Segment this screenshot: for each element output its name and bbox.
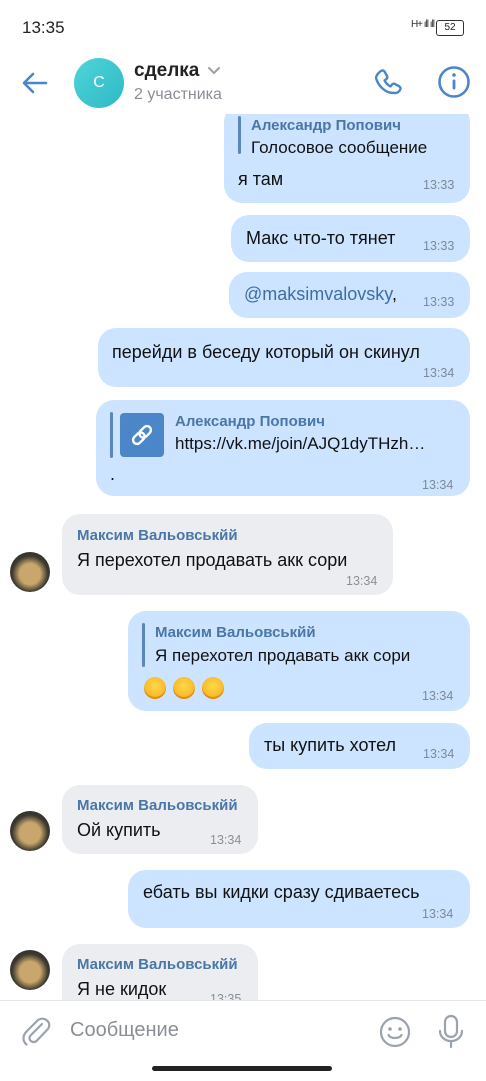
status-time: 13:35 (22, 18, 65, 37)
message-input[interactable]: Сообщение (70, 1019, 179, 1042)
message-bubble[interactable]: ты купить хотел 13:34 (249, 723, 470, 769)
message-feed[interactable]: Александр Попович Голосовое сообщение я … (0, 114, 486, 1000)
message-bubble[interactable]: Максим Вальовськйй Я перехотел продавать… (62, 514, 393, 595)
chat-avatar[interactable]: С (74, 58, 124, 108)
paperclip-icon[interactable] (20, 1015, 52, 1049)
message-bubble[interactable]: перейди в беседу который он скинул 13:34 (98, 328, 470, 387)
message-bubble[interactable]: ебать вы кидки сразу сдиваетесь 13:34 (128, 870, 470, 928)
message-bubble[interactable]: @maksimvalovsky, 13:33 (229, 272, 470, 318)
message-bubble[interactable]: Александр Попович Голосовое сообщение я … (224, 114, 470, 203)
home-indicator[interactable] (152, 1066, 332, 1071)
signal-icon: H+ ıll ıll (410, 19, 435, 30)
message-text: Макс что-то тянет (246, 228, 396, 248)
chat-subtitle: 2 участника (134, 86, 222, 103)
message-bubble[interactable]: Александр Попович https://vk.me/join/AJQ… (96, 400, 470, 496)
message-text: Ой купить (77, 820, 161, 840)
message-text: Я перехотел продавать акк сори (77, 550, 348, 570)
reply-author: Александр Попович (251, 117, 401, 134)
message-time: 13:35 (210, 992, 242, 1000)
message-time: 13:34 (422, 907, 454, 921)
user-avatar[interactable] (10, 950, 50, 990)
laughing-emoji-icon (144, 677, 166, 699)
link-icon[interactable] (120, 413, 164, 457)
message-time: 13:33 (423, 239, 455, 253)
reply-text: Я перехотел продавать акк сори (155, 646, 411, 665)
microphone-icon[interactable] (436, 1014, 466, 1050)
smile-icon[interactable] (378, 1015, 412, 1049)
chat-header: С сделка 2 участника (0, 56, 486, 114)
user-avatar[interactable] (10, 552, 50, 592)
message-text: ты купить хотел (264, 735, 397, 755)
message-text: @maksimvalovsky, (244, 284, 397, 304)
sender-name[interactable]: Максим Вальовськйй (77, 956, 238, 973)
reply-text: Голосовое сообщение (251, 138, 428, 157)
message-time: 13:34 (422, 478, 454, 492)
message-text: Я не кидок (77, 979, 167, 999)
sender-name[interactable]: Максим Вальовськйй (77, 797, 238, 814)
reply-indicator (238, 116, 241, 154)
message-time: 13:34 (346, 574, 378, 588)
back-arrow-icon[interactable] (20, 68, 50, 98)
laughing-emoji-icon (202, 677, 224, 699)
reply-indicator (110, 412, 113, 458)
user-mention-link[interactable]: @maksimvalovsky (244, 284, 392, 304)
chevron-down-icon[interactable] (207, 66, 221, 76)
message-time: 13:33 (423, 178, 455, 192)
message-bubble[interactable]: Максим Вальовськйй Ой купить 13:34 (62, 785, 258, 854)
status-bar: 13:35 H+ ıll ıll 52 (0, 0, 486, 56)
reply-author: Александр Попович (175, 413, 325, 430)
message-time: 13:34 (423, 366, 455, 380)
message-time: 13:33 (423, 295, 455, 309)
laughing-emoji-icon (173, 677, 195, 699)
reply-indicator (142, 623, 145, 667)
message-text: ебать вы кидки сразу сдиваетесь (143, 882, 420, 902)
message-bubble[interactable]: Макс что-то тянет 13:33 (231, 215, 470, 262)
message-time: 13:34 (422, 689, 454, 703)
message-time: 13:34 (423, 747, 455, 761)
message-text: перейди в беседу который он скинул (112, 342, 420, 362)
reply-author: Максим Вальовськйй (155, 624, 316, 641)
message-time: 13:34 (210, 833, 242, 847)
phone-icon[interactable] (372, 66, 406, 100)
message-text: я там (238, 169, 284, 189)
info-icon[interactable] (436, 64, 472, 100)
message-bubble[interactable]: Максим Вальовськйй Я перехотел продавать… (128, 611, 470, 711)
chat-title[interactable]: сделка (134, 60, 199, 82)
battery-icon: 52 (436, 20, 464, 36)
sender-name[interactable]: Максим Вальовськйй (77, 527, 238, 544)
message-bubble[interactable]: Максим Вальовськйй Я не кидок 13:35 (62, 944, 258, 1000)
message-text: . (110, 464, 116, 484)
user-avatar[interactable] (10, 811, 50, 851)
link-url[interactable]: https://vk.me/join/AJQ1dyTHzh… (175, 434, 425, 454)
